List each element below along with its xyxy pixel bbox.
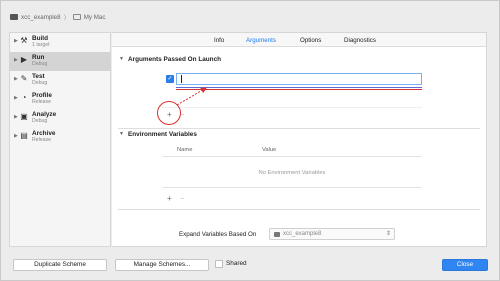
environment-section-header[interactable]: ▼ Environment Variables <box>119 131 197 138</box>
sidebar-item-subtitle: Debug <box>32 80 48 86</box>
argument-enabled-checkbox[interactable]: ✓ <box>166 75 174 83</box>
row-divider <box>162 187 422 188</box>
manage-schemes-button[interactable]: Manage Schemes... <box>115 259 209 271</box>
sidebar-item-subtitle: Release <box>32 99 52 105</box>
disclosure-icon[interactable]: ▶ <box>14 133 18 139</box>
tab-arguments[interactable]: Arguments <box>246 37 276 44</box>
annotation-circle <box>157 101 181 125</box>
project-icon <box>274 232 280 237</box>
disclosure-icon[interactable]: ▶ <box>14 95 18 101</box>
empty-state-text: No Environment Variables <box>258 170 326 176</box>
sidebar-item-test[interactable]: ▶ ✎ Test Debug <box>10 71 110 90</box>
duplicate-scheme-button[interactable]: Duplicate Scheme <box>13 259 107 271</box>
sidebar-item-label: Test <box>32 73 45 80</box>
expand-variables-value: xcc_example8 <box>283 231 322 237</box>
argument-value-field[interactable] <box>176 73 422 85</box>
section-divider <box>118 128 480 129</box>
section-divider <box>118 209 480 210</box>
environment-table: Name Value No Environment Variables <box>162 147 422 207</box>
sidebar-item-run[interactable]: ▶ ▶ Run Debug <box>10 52 110 71</box>
sidebar-item-subtitle: Debug <box>32 61 48 67</box>
play-icon: ▶ <box>20 55 28 64</box>
analyze-icon: ▣ <box>20 112 28 121</box>
disclosure-down-icon[interactable]: ▼ <box>119 131 124 137</box>
project-icon <box>10 14 18 20</box>
hammer-icon: ⚒ <box>20 36 28 45</box>
scheme-editor-sheet: xcc_example8 〉 My Mac ▶ ⚒ Build 1 target… <box>0 0 500 281</box>
sidebar-item-subtitle: Debug <box>32 118 48 124</box>
tab-info[interactable]: Info <box>214 37 224 44</box>
disclosure-icon[interactable]: ▶ <box>14 76 18 82</box>
remove-environment-button[interactable]: − <box>180 195 185 203</box>
disclosure-icon[interactable]: ▶ <box>14 57 18 63</box>
sidebar-item-subtitle: Release <box>32 137 52 143</box>
disclosure-icon[interactable]: ▶ <box>14 114 18 120</box>
sidebar-item-profile[interactable]: ▶ ◔ Profile Release <box>10 90 110 109</box>
sidebar-item-subtitle: 1 target <box>32 42 50 48</box>
destination-name: My Mac <box>83 13 106 21</box>
chevron-updown-icon: ⇕ <box>385 231 391 237</box>
add-environment-button[interactable]: + <box>167 195 172 203</box>
sidebar-item-label: Build <box>32 35 48 42</box>
column-header-value[interactable]: Value <box>262 147 276 153</box>
column-header-name[interactable]: Name <box>177 147 192 153</box>
tab-options[interactable]: Options <box>300 37 321 44</box>
archive-icon: ▤ <box>20 131 28 140</box>
sidebar-item-label: Archive <box>32 130 56 137</box>
close-button[interactable]: Close <box>442 259 488 271</box>
gauge-icon: ◔ <box>21 93 27 102</box>
scheme-detail-panel: Info Arguments Options Diagnostics ▼ Arg… <box>112 32 487 247</box>
row-divider <box>162 107 422 108</box>
header-divider <box>162 156 422 157</box>
argument-row[interactable]: ✓ <box>162 73 422 85</box>
scheme-selector[interactable]: xcc_example8 〉 My Mac <box>10 11 105 23</box>
disclosure-down-icon[interactable]: ▼ <box>119 56 124 62</box>
sidebar-item-analyze[interactable]: ▶ ▣ Analyze Debug <box>10 109 110 128</box>
wrench-icon: ✎ <box>20 74 28 83</box>
sidebar-item-label: Analyze <box>32 111 57 118</box>
sidebar-item-label: Profile <box>32 92 52 99</box>
sidebar-item-label: Run <box>32 54 45 61</box>
mac-icon <box>72 14 81 20</box>
tab-bar: Info Arguments Options Diagnostics <box>112 33 486 47</box>
expand-variables-label: Expand Variables Based On <box>179 231 257 238</box>
disclosure-icon[interactable]: ▶ <box>14 38 18 44</box>
sidebar-item-build[interactable]: ▶ ⚒ Build 1 target <box>10 33 110 52</box>
tab-diagnostics[interactable]: Diagnostics <box>344 37 376 44</box>
action-sidebar: ▶ ⚒ Build 1 target ▶ ▶ Run Debug ▶ ✎ Tes… <box>9 32 111 247</box>
expand-variables-popup[interactable]: xcc_example8 ⇕ <box>269 228 395 240</box>
environment-section-title: Environment Variables <box>128 131 197 138</box>
arguments-section-header[interactable]: ▼ Arguments Passed On Launch <box>119 56 222 63</box>
sidebar-item-archive[interactable]: ▶ ▤ Archive Release <box>10 128 110 147</box>
shared-label: Shared <box>226 260 247 267</box>
text-caret <box>181 75 182 83</box>
arguments-table: ✓ <box>162 73 422 129</box>
selection-underline <box>176 87 422 88</box>
shared-checkbox[interactable] <box>215 260 223 268</box>
arguments-section-title: Arguments Passed On Launch <box>128 56 222 63</box>
separator: 〉 <box>63 14 70 22</box>
project-name: xcc_example8 <box>21 13 61 21</box>
annotation-underline <box>176 89 422 90</box>
